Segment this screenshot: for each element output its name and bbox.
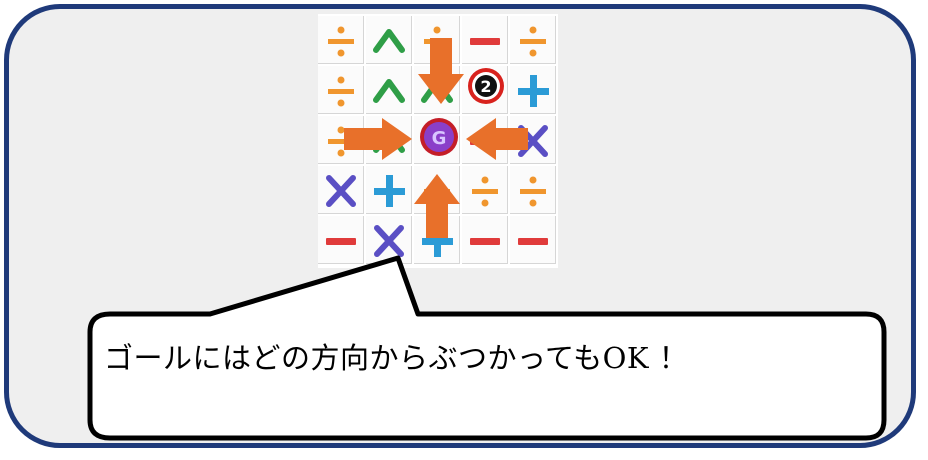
speech-bubble [87, 255, 887, 441]
callout-text: ゴールにはどの方向からぶつかってもOK ！ [104, 341, 689, 375]
